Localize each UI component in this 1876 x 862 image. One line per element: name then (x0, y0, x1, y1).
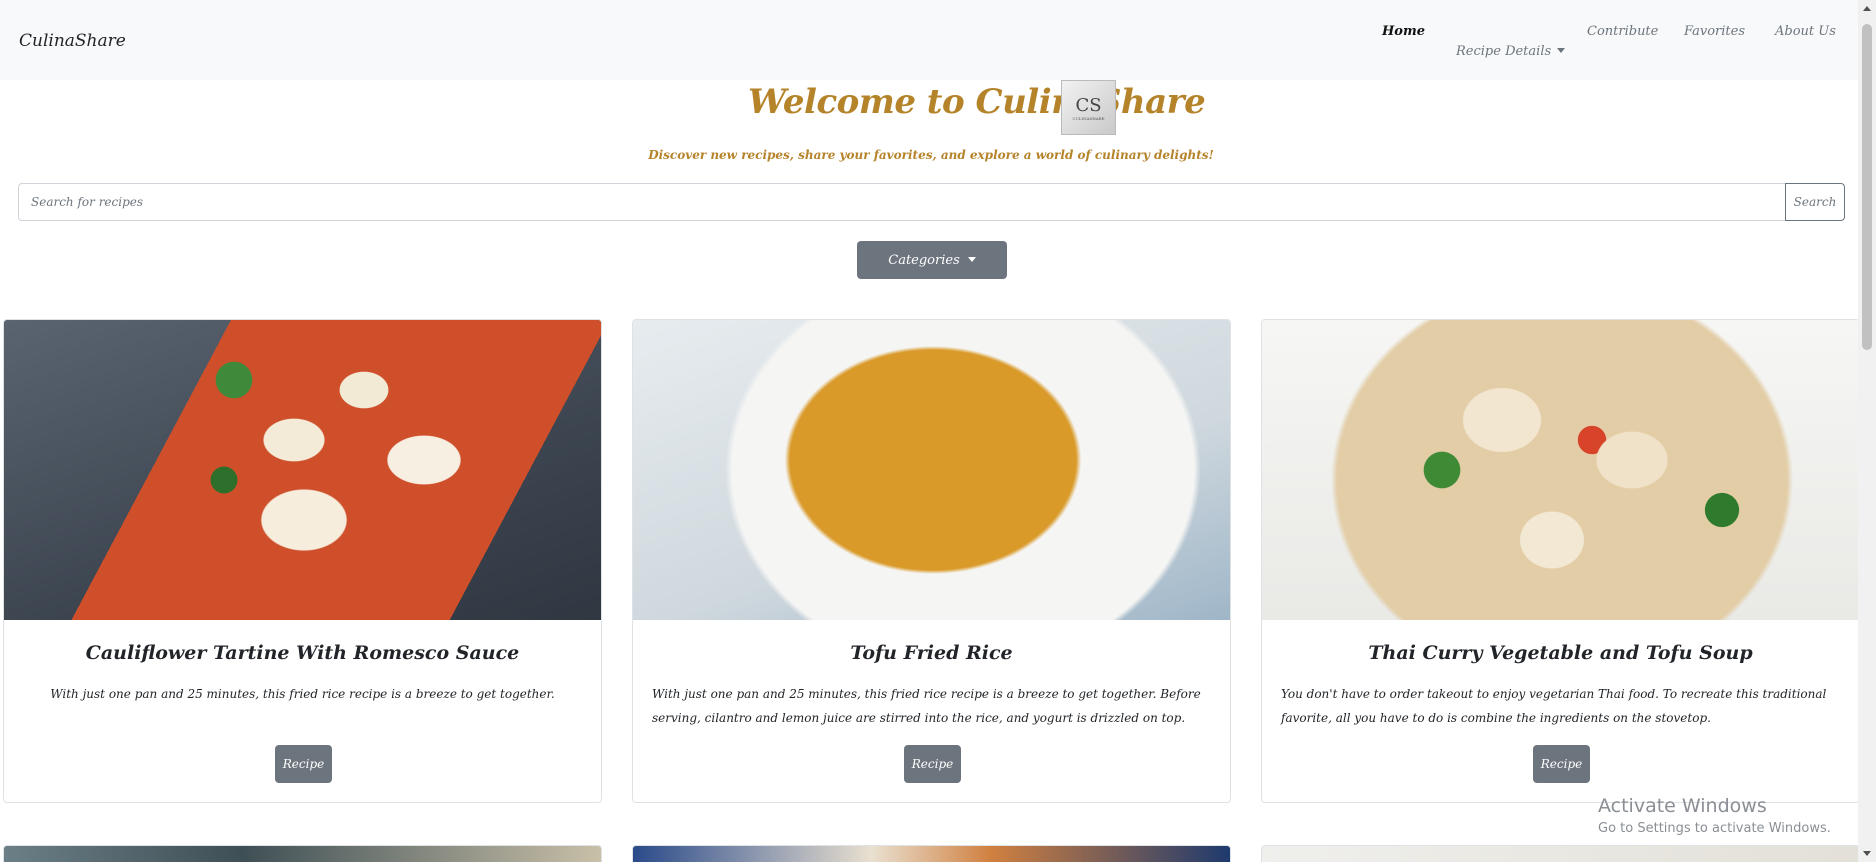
vertical-scrollbar[interactable] (1858, 0, 1876, 862)
recipe-image (4, 320, 601, 620)
nav-contribute-link[interactable]: Contribute (1587, 24, 1658, 39)
brand-link[interactable]: CulinaShare (19, 31, 126, 51)
nav-recipe-details-label: Recipe Details (1456, 44, 1552, 59)
navbar: CulinaShare Home Recipe Details Contribu… (0, 0, 1858, 80)
scroll-down-icon[interactable] (1863, 851, 1871, 856)
recipe-title: Tofu Fried Rice (850, 642, 1013, 664)
scroll-up-icon[interactable] (1863, 6, 1871, 11)
scroll-thumb[interactable] (1862, 24, 1872, 350)
recipe-image (633, 320, 1230, 620)
nav-favorites-link[interactable]: Favorites (1684, 24, 1745, 39)
categories-label: Categories (888, 252, 960, 268)
chevron-down-icon (1557, 48, 1566, 53)
tagline: Discover new recipes, share your favorit… (648, 148, 1214, 162)
nav-about-link[interactable]: About Us (1775, 24, 1836, 39)
search-button[interactable]: Search (1785, 183, 1845, 221)
logo-text: CULINASHARE (1072, 115, 1105, 121)
recipe-description: With just one pan and 25 minutes, this f… (652, 687, 1201, 725)
recipe-button[interactable]: Recipe (275, 745, 332, 783)
logo-image: CS CULINASHARE (1061, 80, 1116, 135)
recipe-button[interactable]: Recipe (904, 745, 961, 783)
recipe-card: Cauliflower Tartine With Romesco Sauce W… (3, 319, 602, 803)
nav-recipe-details-dropdown[interactable]: Recipe Details (1456, 44, 1566, 59)
recipe-description: With just one pan and 25 minutes, this f… (50, 687, 555, 701)
recipe-title: Thai Curry Vegetable and Tofu Soup (1368, 642, 1753, 664)
categories-dropdown-button[interactable]: Categories (857, 241, 1007, 279)
activation-watermark: Activate Windows Go to Settings to activ… (1598, 795, 1831, 836)
watermark-title: Activate Windows (1598, 795, 1767, 817)
recipe-button[interactable]: Recipe (1533, 745, 1590, 783)
recipe-description: You don't have to order takeout to enjoy… (1281, 687, 1827, 725)
page-title: Welcome to CulinaShare (748, 82, 1206, 122)
recipe-card: Thai Curry Vegetable and Tofu Soup You d… (1261, 319, 1860, 803)
recipe-image (1262, 320, 1859, 620)
recipe-card-partial (632, 845, 1231, 862)
logo-monogram: CS (1075, 94, 1102, 116)
chevron-down-icon (967, 256, 976, 262)
recipe-card: Tofu Fried Rice With just one pan and 25… (632, 319, 1231, 803)
nav-home-link[interactable]: Home (1382, 24, 1425, 39)
recipe-card-partial (1261, 845, 1860, 862)
watermark-subtitle: Go to Settings to activate Windows. (1598, 821, 1831, 836)
search-input[interactable] (18, 183, 1786, 221)
recipe-title: Cauliflower Tartine With Romesco Sauce (85, 642, 520, 664)
recipe-card-partial (3, 845, 602, 862)
